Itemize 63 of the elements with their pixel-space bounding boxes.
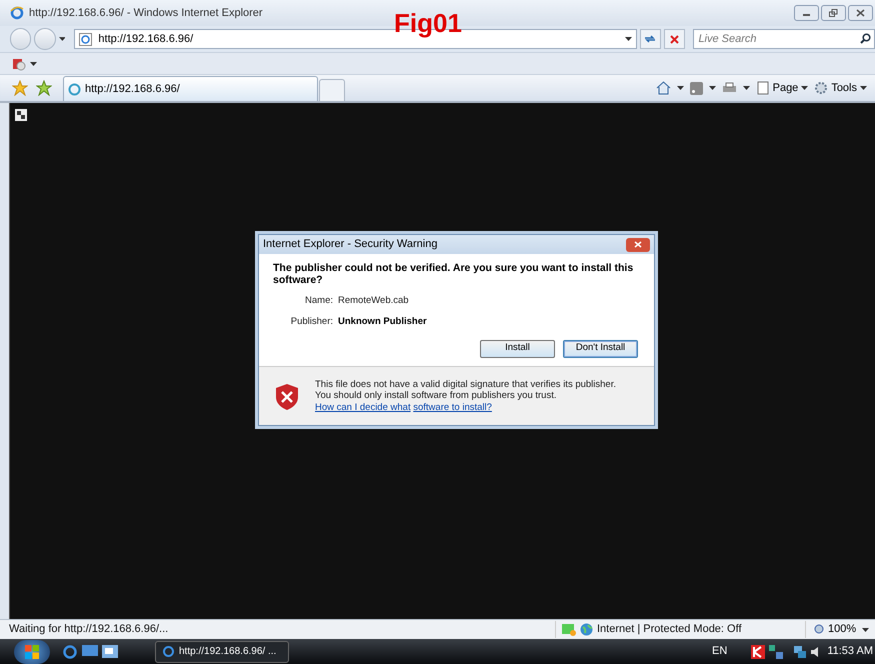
antivirus-icon[interactable] [751, 644, 766, 658]
stop-button[interactable] [664, 29, 686, 49]
command-button[interactable]: Page [756, 80, 808, 96]
restore-button[interactable] [821, 5, 846, 21]
minimize-button[interactable] [794, 5, 819, 21]
window-title: http://192.168.6.96/ - Windows Internet Explorer [29, 6, 263, 21]
refresh-button[interactable] [640, 29, 662, 49]
dropdown-caret-icon[interactable] [58, 37, 66, 41]
dropdown-caret-icon[interactable] [30, 62, 37, 66]
taskbar-task[interactable]: http://192.168.6.96/ ... [155, 640, 289, 662]
windows-logo-icon [24, 644, 40, 660]
page-icon [79, 32, 92, 46]
dialog-question: The publisher could not be verified. Are you sure you want to install this software? [273, 262, 634, 286]
close-button[interactable] [848, 5, 873, 21]
browser-logo-icon [10, 6, 24, 20]
start-button[interactable] [14, 640, 50, 664]
clock: 11:53 AM [827, 644, 873, 660]
network-icon[interactable] [793, 644, 808, 658]
dialog-button[interactable]: Install [480, 340, 555, 358]
language-indicator[interactable]: EN [712, 643, 728, 660]
field-label: Name: [304, 294, 333, 308]
window-switch-icon[interactable] [102, 644, 118, 658]
help-link[interactable]: software to install? [413, 402, 492, 412]
printer-icon[interactable] [722, 82, 737, 94]
browser-logo-icon[interactable] [62, 644, 78, 660]
close-icon [634, 241, 642, 248]
close-icon [670, 34, 680, 44]
favorites-star-icon[interactable] [12, 80, 28, 96]
dialog-title: Internet Explorer - Security Warning [263, 237, 438, 252]
status-text: Waiting for http://192.168.6.96/... [9, 622, 168, 638]
dropdown-caret-icon[interactable] [801, 86, 808, 90]
warning-text: This file does not have a valid digital signature that verifies its publisher. You should only install software from publishers you trust. How can I decide what software to install? [315, 378, 617, 413]
search-field[interactable]: Live Search [693, 29, 875, 49]
dropdown-caret-icon[interactable] [676, 86, 684, 90]
field-label: Publisher: [290, 315, 333, 330]
help-link[interactable]: How can I decide what [315, 402, 411, 412]
dropdown-caret-icon[interactable] [862, 628, 869, 632]
desktop-icon[interactable] [82, 644, 98, 658]
command-button[interactable]: Tools [814, 80, 867, 96]
browser-logo-icon [162, 645, 175, 658]
dropdown-caret-icon[interactable] [742, 86, 750, 90]
zoom-level[interactable]: 100% [828, 621, 856, 638]
dropdown-caret-icon[interactable] [624, 37, 632, 41]
search-icon[interactable] [860, 33, 871, 44]
home-icon[interactable] [656, 81, 671, 95]
close-button[interactable] [626, 238, 650, 252]
zone-text: Internet | Protected Mode: Off [597, 622, 742, 638]
field-value: Unknown Publisher [338, 315, 427, 330]
restore-icon [829, 9, 838, 17]
loading-icon [68, 82, 81, 96]
dropdown-caret-icon[interactable] [708, 86, 716, 90]
add-favorite-icon[interactable] [36, 80, 52, 96]
dialog-button[interactable]: Don't Install [563, 340, 638, 358]
close-icon [856, 9, 865, 17]
globe-icon [580, 623, 593, 636]
shield-error-icon [275, 382, 299, 410]
zoom-icon [814, 624, 825, 635]
broken-image-icon [15, 109, 27, 121]
page-icon [756, 81, 770, 95]
refresh-icon [644, 34, 656, 44]
browser-tab[interactable]: http://192.168.6.96/ [63, 76, 318, 101]
field-value: RemoteWeb.cab [338, 294, 409, 308]
dropdown-caret-icon[interactable] [860, 86, 867, 90]
